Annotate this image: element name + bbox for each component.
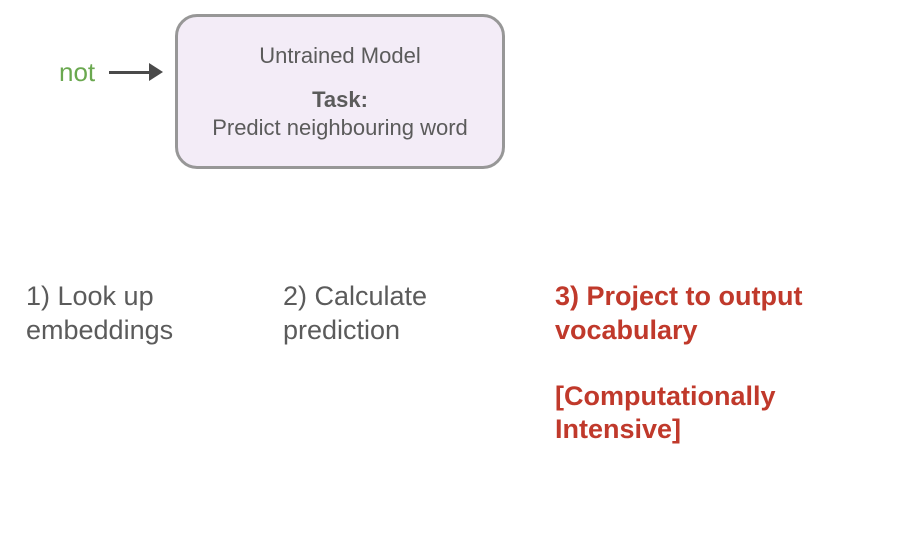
step-2: 2) Calculate prediction bbox=[283, 280, 523, 348]
model-title: Untrained Model bbox=[259, 43, 420, 69]
step-3-main: 3) Project to output vocabulary bbox=[555, 280, 885, 348]
input-word: not bbox=[59, 57, 95, 88]
step-1: 1) Look up embeddings bbox=[26, 280, 266, 348]
model-box: Untrained Model Task: Predict neighbouri… bbox=[175, 14, 505, 169]
step-3-sub: [Computationally Intensive] bbox=[555, 380, 885, 448]
step-3: 3) Project to output vocabulary [Computa… bbox=[555, 280, 885, 447]
arrow-icon bbox=[109, 62, 167, 82]
model-task-label: Task: bbox=[312, 87, 368, 113]
model-task-description: Predict neighbouring word bbox=[212, 115, 468, 141]
